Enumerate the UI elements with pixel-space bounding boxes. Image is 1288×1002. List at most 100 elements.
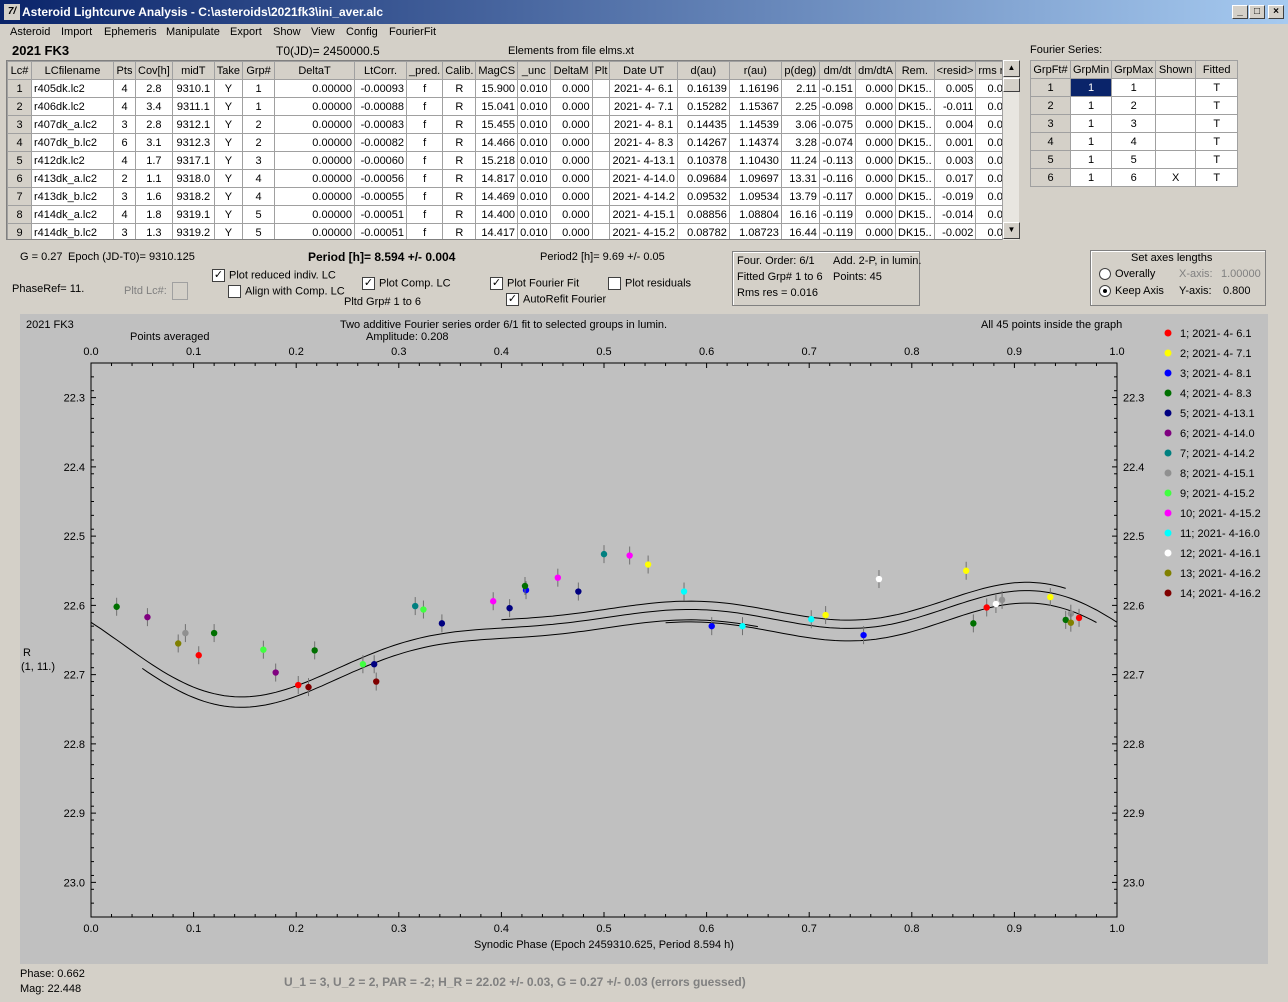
table-cell[interactable]: 2 [7,97,32,116]
table-cell[interactable]: r407dk_b.lc2 [31,133,114,152]
table-cell[interactable]: Y [213,97,244,116]
table-cell[interactable]: 2.8 [135,115,173,134]
column-header[interactable]: DeltaT [274,61,356,80]
maximize-button[interactable]: □ [1249,5,1265,19]
table-cell[interactable]: -0.00051 [354,223,408,239]
table-cell[interactable]: R [442,205,477,224]
table-cell[interactable]: 6 [113,133,136,152]
table-cell[interactable]: f [406,169,444,188]
column-header[interactable]: dm/dt [818,61,857,80]
column-header[interactable]: Shown [1155,60,1197,79]
table-cell[interactable]: 3.4 [135,97,173,116]
minimize-button[interactable]: _ [1232,5,1248,19]
column-header[interactable]: Rem. [895,61,935,80]
table-cell[interactable]: 4 [113,79,136,98]
autorefit-checkbox[interactable]: ✓ AutoRefit Fourier [506,293,606,306]
table-cell[interactable]: 0.017 [933,169,977,188]
table-cell[interactable]: 1.08723 [728,223,782,239]
table-cell[interactable]: 2021- 4-13.1 [609,151,678,170]
table-cell[interactable]: 3 [242,151,276,170]
table-cell[interactable]: Y [213,187,244,206]
fourier-row[interactable]: 313 T [1030,114,1239,133]
table-cell[interactable]: R [442,223,477,239]
table-cell[interactable]: r405dk.lc2 [31,79,114,98]
table-cell[interactable]: 4 [242,169,276,188]
close-button[interactable]: × [1268,5,1284,19]
column-header[interactable]: p(deg) [780,61,820,80]
yaxis-value[interactable]: 0.800 [1223,285,1251,297]
table-cell[interactable]: 1 [7,79,32,98]
table-cell[interactable]: Y [213,79,244,98]
table-cell[interactable]: -0.00055 [354,187,408,206]
table-cell[interactable]: 8 [7,205,32,224]
fourier-cell[interactable]: 1 [1069,114,1113,133]
table-cell[interactable]: 0.010 [517,205,551,224]
table-cell[interactable]: Y [213,151,244,170]
column-header[interactable]: Lc# [7,61,32,80]
table-cell[interactable]: 3 [113,115,136,134]
table-cell[interactable]: f [406,115,444,134]
fourier-cell[interactable]: T [1195,132,1239,151]
table-cell[interactable]: 0.000 [549,115,593,134]
table-cell[interactable]: DK15.. [895,169,935,188]
table-cell[interactable]: 1.10430 [728,151,782,170]
table-cell[interactable]: r406dk.lc2 [31,97,114,116]
table-cell[interactable]: R [442,169,477,188]
column-header[interactable]: midT [171,61,215,80]
table-cell[interactable]: 9312.3 [171,133,215,152]
table-cell[interactable]: 0.00000 [274,205,356,224]
table-cell[interactable]: -0.014 [933,205,977,224]
fourier-cell[interactable]: T [1195,96,1239,115]
table-row[interactable]: 9 r414dk_b.lc2 3 1.3 9319.2 Y 5 0.00000 -0.00051… [7,223,1017,239]
fourier-cell[interactable] [1155,114,1197,133]
table-cell[interactable]: 0.004 [933,115,977,134]
table-cell[interactable]: 2021- 4- 7.1 [609,97,678,116]
table-cell[interactable]: r413dk_a.lc2 [31,169,114,188]
table-cell[interactable]: 0.16139 [676,79,730,98]
column-header[interactable]: Fitted [1195,60,1239,79]
table-cell[interactable]: 0.14435 [676,115,730,134]
column-header[interactable]: dm/dtA [855,61,897,80]
table-cell[interactable]: 1.14539 [728,115,782,134]
table-cell[interactable]: 15.218 [475,151,519,170]
table-cell[interactable]: 0.000 [855,133,897,152]
column-header[interactable]: LtCorr. [354,61,408,80]
table-cell[interactable]: 16.16 [780,205,820,224]
scroll-thumb[interactable] [1003,78,1020,92]
table-cell[interactable]: 1.15367 [728,97,782,116]
table-cell[interactable]: 4 [113,97,136,116]
table-cell[interactable]: -0.019 [933,187,977,206]
table-cell[interactable]: 6 [7,169,32,188]
table-cell[interactable]: DK15.. [895,79,935,98]
table-cell[interactable]: 4 [113,151,136,170]
table-cell[interactable]: -0.00051 [354,205,408,224]
table-cell[interactable]: r412dk.lc2 [31,151,114,170]
table-cell[interactable]: 0.000 [855,169,897,188]
table-cell[interactable]: 1.14374 [728,133,782,152]
table-cell[interactable]: f [406,223,444,239]
table-cell[interactable]: 14.466 [475,133,519,152]
table-cell[interactable]: 3 [113,187,136,206]
table-row[interactable]: 3 r407dk_a.lc2 3 2.8 9312.1 Y 2 0.00000 -0.00083… [7,115,1017,134]
lightcurve-scrollbar[interactable]: ▲ ▼ [1002,60,1020,240]
table-cell[interactable]: 0.00000 [274,187,356,206]
table-cell[interactable]: R [442,187,477,206]
fourier-cell[interactable]: T [1195,150,1239,169]
fourier-cell[interactable]: 5 [1030,150,1071,169]
fourier-row[interactable]: 414 T [1030,132,1239,151]
fourier-cell[interactable]: 3 [1111,114,1157,133]
table-cell[interactable]: 3.1 [135,133,173,152]
table-cell[interactable]: 0.000 [549,187,593,206]
table-cell[interactable]: 0.08856 [676,205,730,224]
fourier-cell[interactable]: 4 [1111,132,1157,151]
column-header[interactable]: Cov[h] [135,61,173,80]
table-cell[interactable]: 1.09534 [728,187,782,206]
table-cell[interactable]: DK15.. [895,97,935,116]
table-cell[interactable]: 0.09532 [676,187,730,206]
xaxis-value[interactable]: 1.00000 [1221,268,1261,280]
table-cell[interactable]: 0.000 [549,97,593,116]
table-cell[interactable] [591,169,611,188]
fourier-cell[interactable]: 5 [1111,150,1157,169]
column-header[interactable]: _pred. [406,61,444,80]
table-cell[interactable]: 0.010 [517,97,551,116]
